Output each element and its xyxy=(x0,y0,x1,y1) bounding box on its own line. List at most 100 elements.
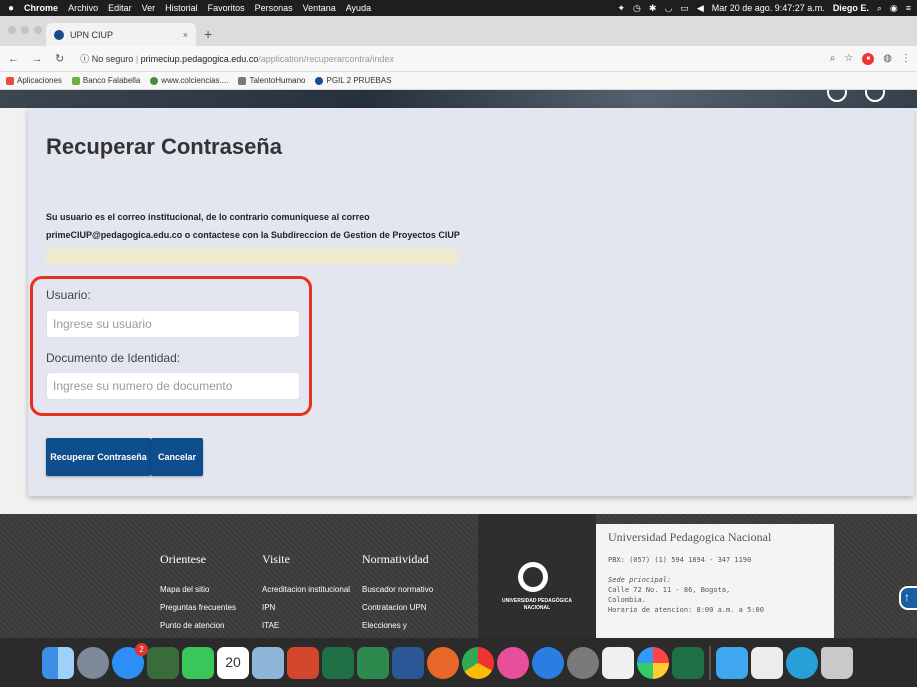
scroll-top-button[interactable] xyxy=(899,586,917,610)
dropbox-icon[interactable]: ✦ xyxy=(617,3,625,14)
menubar-app-name[interactable]: Chrome xyxy=(24,3,58,13)
window-controls xyxy=(8,26,42,34)
chrome-icon[interactable] xyxy=(462,646,494,679)
minimize-window-button[interactable] xyxy=(21,26,29,34)
footer-link[interactable]: Preguntas frecuentes xyxy=(160,603,236,621)
airplay-icon[interactable]: ▭ xyxy=(680,3,689,14)
powerpoint-icon[interactable] xyxy=(287,646,319,679)
footer-link[interactable]: ITAE xyxy=(262,621,350,638)
upn-logo-icon xyxy=(518,562,548,592)
spotlight-icon[interactable]: ⌕ xyxy=(877,3,882,14)
trash-icon[interactable] xyxy=(821,646,853,679)
menubar-clock[interactable]: Mar 20 de ago. 9:47:27 a.m. xyxy=(712,3,825,13)
cancel-button[interactable]: Cancelar xyxy=(151,438,203,476)
tab-title: UPN CIUP xyxy=(70,29,114,40)
not-secure-label: No seguro xyxy=(91,54,134,64)
address-line-2: Colombia. xyxy=(608,596,646,604)
siri-icon[interactable]: ◉ xyxy=(890,3,898,14)
documento-input[interactable] xyxy=(46,372,300,400)
firefox-icon[interactable] xyxy=(427,646,459,679)
facetime-icon[interactable] xyxy=(182,646,214,679)
document-icon[interactable] xyxy=(751,646,783,679)
menu-ayuda[interactable]: Ayuda xyxy=(346,3,371,13)
footer-link[interactable]: Mapa del sitio xyxy=(160,585,236,603)
menu-favoritos[interactable]: Favoritos xyxy=(208,3,245,13)
reload-icon[interactable]: ↻ xyxy=(55,53,64,65)
photos-icon[interactable] xyxy=(637,646,669,679)
activity-monitor-icon[interactable] xyxy=(602,646,634,679)
url-field[interactable]: ⓘ No seguro | primeciup.pedagogica.edu.c… xyxy=(80,52,394,65)
photo-booth-icon[interactable] xyxy=(147,646,179,679)
falabella-icon xyxy=(71,76,80,85)
bookmark-colciencias[interactable]: www.colciencias.... xyxy=(150,76,228,85)
footer-link[interactable]: Contratacion UPN xyxy=(362,603,433,621)
excel-x-icon[interactable] xyxy=(357,646,389,679)
zoom-icon[interactable]: ⌕ xyxy=(830,53,836,64)
word-icon[interactable] xyxy=(392,646,424,679)
footer-col-normatividad: Normatividad Buscador normativo Contrata… xyxy=(362,514,433,638)
profile-icon[interactable]: ◍ xyxy=(883,53,892,64)
slider-next-icon[interactable] xyxy=(865,90,885,102)
back-icon[interactable]: ← xyxy=(8,53,19,65)
menu-ver[interactable]: Ver xyxy=(142,3,156,13)
bookmark-talento[interactable]: TalentoHumano xyxy=(238,76,305,85)
zoom-window-button[interactable] xyxy=(34,26,42,34)
menu-editar[interactable]: Editar xyxy=(108,3,132,13)
browser-tab-bar: UPN CIUP × + xyxy=(0,16,917,46)
footer-link[interactable]: IPN xyxy=(262,603,350,621)
nav-buttons: ← → ↻ xyxy=(8,52,74,65)
footer-link[interactable]: Acreditacion institucional xyxy=(262,585,350,603)
more-menu-icon[interactable]: ⋮ xyxy=(901,53,911,64)
footer-link[interactable]: Punto de atencion xyxy=(160,621,236,638)
app-store-icon[interactable]: 2 xyxy=(112,642,148,679)
itunes-icon[interactable] xyxy=(497,646,529,679)
bluetooth-icon[interactable]: ✱ xyxy=(649,3,657,14)
forward-icon[interactable]: → xyxy=(32,53,43,65)
menu-archivo[interactable]: Archivo xyxy=(68,3,98,13)
url-host: primeciup.pedagogica.edu.co xyxy=(140,54,259,64)
notification-center-icon[interactable]: ≡ xyxy=(906,3,911,13)
volume-icon[interactable]: ◀ xyxy=(697,3,704,14)
preview-icon[interactable] xyxy=(252,646,284,679)
excel-doc-icon[interactable] xyxy=(672,646,704,679)
apple-icon[interactable]: ● xyxy=(8,3,14,14)
footer-heading: Orientese xyxy=(160,552,206,566)
safari-icon[interactable] xyxy=(532,646,564,679)
browser-tab[interactable]: UPN CIUP × xyxy=(46,23,196,46)
close-tab-icon[interactable]: × xyxy=(183,30,188,40)
bookmark-star-icon[interactable]: ☆ xyxy=(844,53,853,64)
adblock-icon[interactable]: ■ xyxy=(862,52,875,65)
launchpad-icon[interactable] xyxy=(77,646,109,679)
menu-historial[interactable]: Historial xyxy=(165,3,198,13)
folder-icon[interactable] xyxy=(716,646,748,679)
menubar-user[interactable]: Diego E. xyxy=(833,3,869,13)
footer-link[interactable]: Elecciones y xyxy=(362,621,433,638)
colciencias-icon xyxy=(150,76,159,85)
bookmark-pgil[interactable]: PGIL 2 PRUEBAS xyxy=(315,76,392,85)
slider-prev-icon[interactable] xyxy=(827,90,847,102)
menu-ventana[interactable]: Ventana xyxy=(303,3,336,13)
system-preferences-icon[interactable] xyxy=(567,646,599,679)
info-line-2: primeCIUP@pedagogica.edu.co o contactese… xyxy=(46,230,460,240)
recover-password-card: Recuperar Contraseña Su usuario es el co… xyxy=(28,108,914,496)
bookmark-falabella[interactable]: Banco Falabella xyxy=(71,76,140,85)
app-icon[interactable] xyxy=(786,646,818,679)
dock-separator xyxy=(709,645,711,680)
favicon-icon xyxy=(54,29,64,40)
close-window-button[interactable] xyxy=(8,26,16,34)
new-tab-button[interactable]: + xyxy=(204,26,212,42)
info-icon[interactable]: ⓘ xyxy=(80,54,89,64)
usuario-input[interactable] xyxy=(46,310,300,338)
recover-password-button[interactable]: Recuperar Contraseña xyxy=(46,438,151,476)
menu-personas[interactable]: Personas xyxy=(255,3,293,13)
calendar-icon[interactable]: 20 xyxy=(217,646,249,679)
time-machine-icon[interactable]: ◷ xyxy=(633,3,641,14)
wifi-icon[interactable]: ◡ xyxy=(664,3,672,14)
bookmark-apps[interactable]: Aplicaciones xyxy=(6,76,62,85)
excel-icon[interactable] xyxy=(322,646,354,679)
footer-heading: Normatividad xyxy=(362,552,429,566)
finder-icon[interactable] xyxy=(42,646,74,679)
footer-link[interactable]: Buscador normativo xyxy=(362,585,433,603)
page-title: Recuperar Contraseña xyxy=(46,134,282,159)
sede-label: Sede principal: xyxy=(608,576,672,584)
